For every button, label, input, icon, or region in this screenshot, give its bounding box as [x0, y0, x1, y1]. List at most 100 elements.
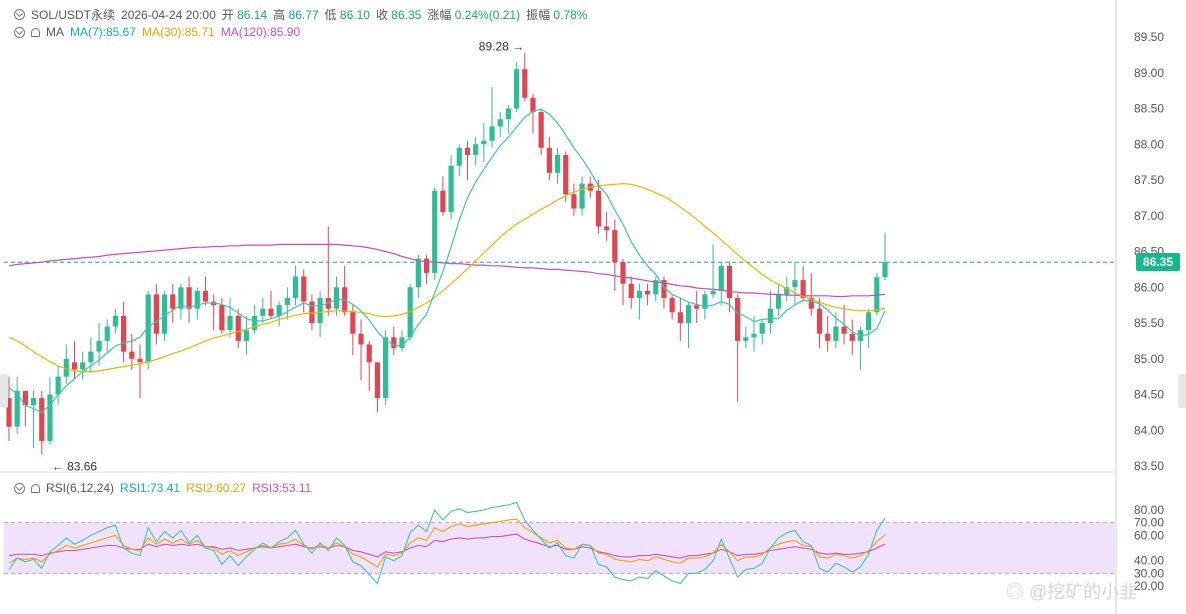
rsi-label: RSI(6,12,24) — [46, 481, 115, 495]
price-tick-label: 84.00 — [1134, 423, 1164, 437]
scroll-left-handle[interactable] — [0, 374, 8, 408]
candle-body — [391, 337, 397, 349]
candle-body — [882, 262, 888, 278]
rsi3-value: RSI3:53.11 — [252, 481, 312, 495]
price-tick-label: 84.50 — [1134, 388, 1164, 402]
candle-body — [792, 280, 798, 288]
rsi-legend: RSI(6,12,24) RSI1:73.41 RSI2:60.27 RSI3:… — [14, 481, 311, 495]
candle-body — [677, 312, 683, 323]
alert-bell-icon[interactable] — [31, 27, 40, 37]
candle-body — [153, 294, 159, 334]
candle-body — [432, 190, 438, 273]
candle-body — [39, 398, 45, 441]
change-label: 涨幅 — [427, 8, 452, 22]
amplitude-value: 0.78% — [553, 8, 588, 22]
price-tick-label: 88.50 — [1134, 102, 1164, 116]
rsi1-value: RSI1:73.41 — [120, 481, 181, 495]
candle-body — [726, 265, 733, 298]
candle-body — [88, 351, 94, 363]
close-label: 收 — [375, 8, 388, 22]
candle-body — [137, 358, 143, 363]
candle-body — [497, 119, 503, 127]
ma120-value: MA(120):85.90 — [220, 25, 301, 39]
candle-body — [489, 126, 495, 141]
rsi-tick-label: 20.00 — [1134, 579, 1164, 593]
candle-body — [243, 330, 250, 341]
candle-body — [546, 147, 552, 173]
candle-body — [595, 190, 602, 227]
candle-body — [219, 305, 225, 331]
candle-body — [227, 315, 233, 331]
candle-body — [694, 305, 700, 309]
symbol-label: SOL/USDT永续 — [31, 8, 116, 22]
low-label: 低 — [324, 8, 337, 22]
scroll-right-handle[interactable] — [1178, 374, 1186, 408]
price-tick-label: 89.00 — [1134, 66, 1164, 80]
candle-body — [186, 287, 192, 309]
ma30-value: MA(30):85.71 — [142, 25, 215, 39]
candle-body — [644, 290, 651, 295]
candle-body — [350, 312, 356, 334]
candle-body — [374, 362, 381, 399]
candle-body — [735, 297, 741, 341]
candle-body — [464, 147, 471, 155]
candle-body — [522, 69, 528, 98]
candle-body — [96, 340, 102, 352]
low-value: 86.10 — [339, 8, 370, 22]
candle-body — [415, 258, 421, 288]
ma120-line — [8, 243, 886, 298]
price-tick-label: 89.50 — [1134, 30, 1164, 44]
candle-body — [112, 315, 119, 327]
candle-body — [767, 308, 773, 323]
ma-toggle-icon[interactable] — [14, 26, 25, 38]
candle-body — [235, 315, 241, 341]
candle-body — [571, 194, 577, 209]
change-value: 0.24%(0.21) — [454, 8, 521, 22]
price-tick-label: 87.50 — [1134, 173, 1164, 187]
chart-canvas[interactable]: 89.5089.0088.5088.0087.5087.0086.5086.00… — [0, 0, 1186, 614]
candle-body — [849, 333, 855, 341]
candle-body — [538, 112, 544, 148]
candle-body — [292, 276, 299, 298]
amplitude-label: 振幅 — [526, 8, 551, 22]
candle-body — [563, 154, 569, 195]
candle-body — [121, 315, 127, 352]
candle-body — [628, 283, 634, 298]
candle-body — [816, 308, 823, 334]
candle-body — [604, 226, 610, 231]
rsi-alert-bell-icon[interactable] — [31, 483, 40, 493]
ma-legend: MA MA(7):85.67 MA(30):85.71 MA(120):85.9… — [14, 25, 300, 39]
candle-body — [276, 305, 282, 316]
price-tick-label: 87.00 — [1134, 209, 1164, 223]
low-annotation: ← 83.66 — [52, 460, 98, 474]
candle-body — [448, 165, 454, 213]
open-value: 86.14 — [237, 8, 268, 22]
ohlc-legend: SOL/USDT永续 2026-04-24 20:00 开 86.14 高 86… — [14, 6, 587, 23]
candle-body — [718, 265, 724, 291]
candle-body — [440, 190, 446, 213]
candle-body — [513, 69, 520, 109]
high-label: 高 — [273, 8, 286, 22]
candle-body — [473, 144, 479, 155]
candle-body — [80, 362, 86, 370]
candle-body — [358, 333, 364, 345]
candle-body — [317, 297, 323, 323]
candle-body — [382, 337, 389, 399]
candle-body — [685, 305, 692, 323]
candle-body — [743, 337, 749, 341]
high-annotation: 89.28 → — [479, 40, 524, 54]
candle-body — [775, 294, 782, 309]
collapse-toggle-icon[interactable] — [14, 9, 25, 20]
last-price-tag: 86.35 — [1135, 253, 1180, 271]
candle-body — [252, 315, 258, 331]
open-label: 开 — [221, 8, 234, 22]
candle-body — [825, 333, 831, 341]
candle-body — [129, 351, 135, 359]
price-tick-label: 85.50 — [1134, 316, 1164, 330]
price-tick-label: 83.50 — [1134, 459, 1164, 473]
candle-body — [30, 398, 37, 406]
rsi-toggle-icon[interactable] — [14, 482, 25, 494]
candle-body — [268, 308, 274, 316]
candle-body — [505, 108, 512, 120]
candle-body — [47, 394, 53, 441]
